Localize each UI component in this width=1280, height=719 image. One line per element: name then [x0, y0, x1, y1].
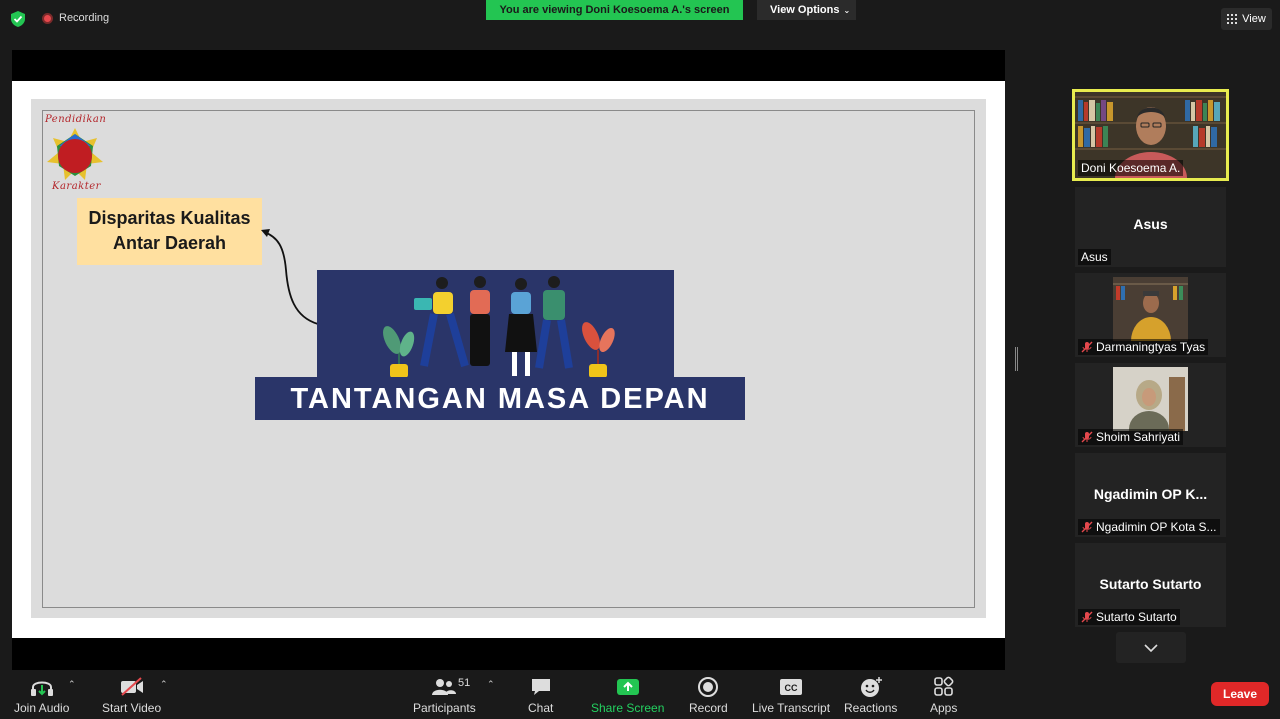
live-transcript-label: Live Transcript [752, 701, 831, 715]
people-illustration [383, 276, 615, 378]
headphones-icon [29, 676, 55, 698]
participant-tile[interactable]: Shoim Sahriyati [1075, 363, 1226, 447]
apps-icon [933, 676, 955, 698]
pendidikan-karakter-logo: Pendidikan Karakter [45, 114, 109, 194]
scroll-participants-down-button[interactable] [1116, 632, 1186, 663]
record-icon [697, 676, 719, 698]
callout-line-2: Antar Daerah [112, 233, 227, 253]
grid-view-icon [1227, 14, 1238, 24]
start-video-button[interactable]: Start Video [102, 676, 161, 715]
closed-caption-icon: CC [779, 676, 803, 698]
viewing-screen-banner: You are viewing Doni Koesoema A.'s scree… [486, 0, 743, 20]
participant-display-name: Ngadimin OP K... [1093, 486, 1208, 502]
participants-count: 51 [458, 677, 471, 689]
live-transcript-button[interactable]: CC Live Transcript [752, 676, 830, 715]
chat-label: Chat [528, 701, 554, 715]
view-label: View [1242, 13, 1266, 25]
chat-button[interactable]: Chat [528, 676, 553, 715]
share-screen-label: Share Screen [591, 701, 665, 715]
view-options-button[interactable]: View Options ⌄ [757, 0, 856, 20]
participant-name-label: Asus [1078, 249, 1111, 265]
svg-text:CC: CC [785, 683, 798, 693]
apps-button[interactable]: Apps [930, 676, 957, 715]
microphone-muted-icon [1081, 521, 1093, 533]
panel-resize-handle[interactable] [1015, 347, 1018, 371]
slide-banner-title: TANTANGAN MASA DEPAN [255, 377, 745, 420]
participant-tile-active-speaker[interactable]: Doni Koesoema A. [1072, 89, 1229, 181]
participant-name: Ngadimin OP Kota S... [1096, 520, 1217, 534]
security-shield-icon[interactable] [11, 11, 25, 27]
participant-name-label: Ngadimin OP Kota S... [1078, 519, 1220, 535]
callout-box: Disparitas Kualitas Antar Daerah [77, 198, 262, 265]
recording-label: Recording [59, 12, 110, 24]
video-options-caret-icon[interactable]: ⌃ [160, 679, 168, 690]
participant-name-label: Darmaningtyas Tyas [1078, 339, 1209, 355]
join-audio-button[interactable]: Join Audio [14, 676, 69, 715]
record-button[interactable]: Record [689, 676, 728, 715]
microphone-muted-icon [1081, 611, 1093, 623]
participant-name: Sutarto Sutarto [1096, 610, 1177, 624]
logo-bottom-text: Karakter [52, 181, 101, 192]
reactions-label: Reactions [844, 701, 898, 715]
share-screen-button[interactable]: Share Screen [591, 676, 664, 715]
participant-video-thumbnail [1113, 367, 1188, 431]
participant-name: Asus [1081, 250, 1108, 264]
video-off-icon [119, 676, 145, 698]
logo-star-icon [47, 128, 103, 180]
participant-tile[interactable]: Sutarto Sutarto Sutarto Sutarto [1075, 543, 1226, 627]
microphone-muted-icon [1081, 431, 1093, 443]
join-audio-label: Join Audio [14, 701, 70, 715]
callout-line-1: Disparitas Kualitas [88, 208, 251, 228]
apps-label: Apps [930, 701, 958, 715]
zoom-meeting-window: Recording You are viewing Doni Koesoema … [0, 0, 1280, 719]
audio-options-caret-icon[interactable]: ⌃ [68, 679, 76, 690]
participant-tile[interactable]: Darmaningtyas Tyas [1075, 273, 1226, 357]
participant-tile[interactable]: Asus Asus [1075, 187, 1226, 267]
microphone-muted-icon [1081, 341, 1093, 353]
recording-dot-icon [42, 12, 53, 24]
participant-name: Shoim Sahriyati [1096, 430, 1181, 444]
logo-top-text: Pendidikan [45, 114, 107, 125]
view-options-label: View Options [770, 4, 840, 16]
participant-name: Darmaningtyas Tyas [1096, 340, 1206, 354]
participant-name: Doni Koesoema A. [1081, 161, 1181, 175]
chat-bubble-icon [530, 676, 552, 698]
chevron-down-icon: ⌄ [843, 6, 851, 15]
chevron-down-icon [1144, 643, 1158, 652]
participant-name-label: Sutarto Sutarto [1078, 609, 1180, 625]
participant-display-name: Asus [1133, 216, 1168, 232]
participants-icon [431, 676, 457, 698]
participant-name-label: Doni Koesoema A. [1078, 160, 1184, 176]
reactions-button[interactable]: Reactions [844, 676, 897, 715]
participant-display-name: Sutarto Sutarto [1099, 576, 1202, 592]
participant-video-thumbnail [1113, 277, 1188, 341]
share-screen-icon [616, 676, 640, 698]
participants-options-caret-icon[interactable]: ⌃ [487, 679, 495, 690]
start-video-label: Start Video [102, 701, 162, 715]
record-label: Record [689, 701, 728, 715]
participants-label: Participants [413, 701, 476, 715]
smiley-icon [859, 676, 883, 698]
view-button[interactable]: View [1221, 8, 1272, 30]
participant-name-label: Shoim Sahriyati [1078, 429, 1184, 445]
leave-button[interactable]: Leave [1211, 682, 1269, 706]
curved-arrow-icon [261, 229, 319, 325]
recording-indicator[interactable]: Recording [42, 12, 109, 24]
participant-tile[interactable]: Ngadimin OP K... Ngadimin OP Kota S... [1075, 453, 1226, 537]
